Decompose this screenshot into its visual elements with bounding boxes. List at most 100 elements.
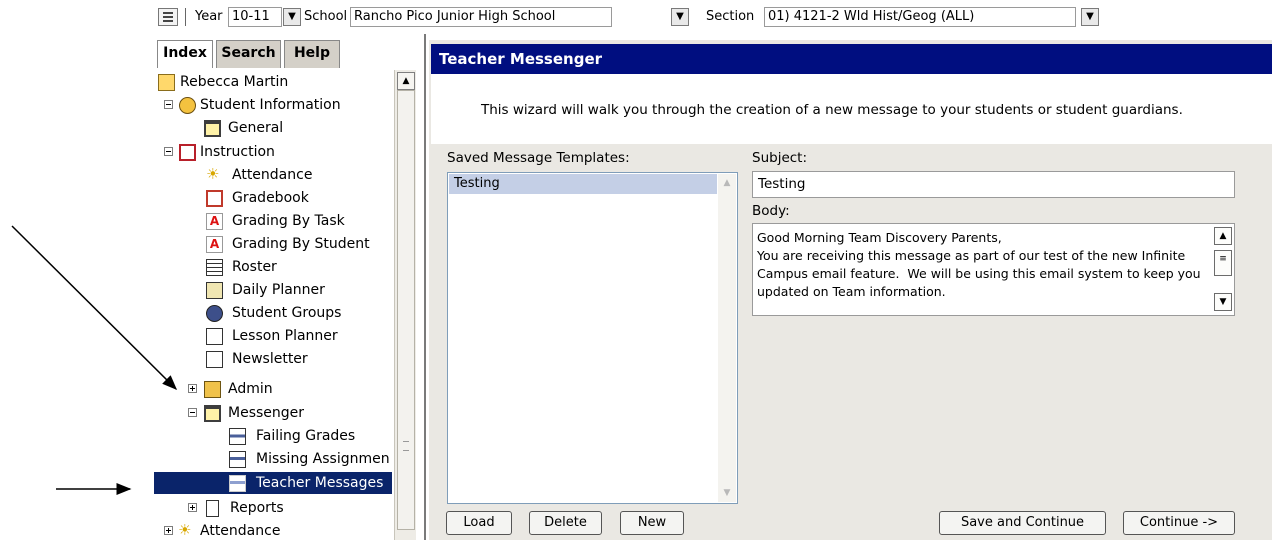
tab-help[interactable]: Help xyxy=(284,40,340,68)
student-icon xyxy=(179,97,196,114)
tree-item-general[interactable]: General xyxy=(154,117,392,139)
message-icon xyxy=(229,428,246,445)
tree-item-admin[interactable]: Admin xyxy=(154,378,392,400)
tree-item-student-information[interactable]: Student Information xyxy=(154,94,392,116)
expand-icon[interactable] xyxy=(164,526,173,535)
scroll-up-icon[interactable]: ▲ xyxy=(718,174,736,192)
tab-index[interactable]: Index xyxy=(157,40,213,68)
subject-input[interactable]: Testing xyxy=(752,171,1235,198)
user-icon xyxy=(158,74,175,91)
new-button[interactable]: New xyxy=(620,511,684,535)
folder-icon xyxy=(204,120,221,137)
intro-box: This wizard will walk you through the cr… xyxy=(431,74,1272,144)
scroll-thumb[interactable]: ≡ xyxy=(1214,250,1232,276)
message-icon xyxy=(229,451,246,468)
collapse-icon[interactable] xyxy=(164,100,173,109)
tree-item-grading-by-task[interactable]: A Grading By Task xyxy=(154,210,392,232)
tree-label: Newsletter xyxy=(232,351,308,367)
load-button[interactable]: Load xyxy=(446,511,512,535)
subject-label: Subject: xyxy=(752,150,808,166)
menu-icon[interactable] xyxy=(158,8,178,26)
tree-label: Failing Grades xyxy=(256,428,356,444)
sun-icon: ☀ xyxy=(178,521,192,539)
tree-label: Roster xyxy=(232,259,277,275)
scroll-down-icon[interactable]: ▼ xyxy=(1214,293,1232,311)
tree-item-instruction[interactable]: Instruction xyxy=(154,141,392,163)
tree-label: Attendance xyxy=(232,167,313,183)
scroll-up-icon[interactable]: ▲ xyxy=(397,72,415,90)
expand-icon[interactable] xyxy=(188,503,197,512)
scroll-down-icon[interactable]: ▼ xyxy=(718,484,736,502)
tree-label: Grading By Task xyxy=(232,213,345,229)
section-label: Section xyxy=(706,9,755,24)
section-select[interactable]: 01) 4121-2 Wld Hist/Geog (ALL) xyxy=(764,7,1076,27)
tree-label: Reports xyxy=(230,500,284,516)
year-label: Year xyxy=(195,9,223,24)
collapse-icon[interactable] xyxy=(164,147,173,156)
nav-scrollbar[interactable]: ▲ xyxy=(394,70,416,540)
delete-button[interactable]: Delete xyxy=(529,511,602,535)
tree-item-teacher-messages[interactable]: Teacher Messages xyxy=(154,472,392,494)
tree-item-lesson-planner[interactable]: Lesson Planner xyxy=(154,325,392,347)
gradebook-icon xyxy=(206,190,223,207)
scroll-up-icon[interactable]: ▲ xyxy=(1214,227,1232,245)
tree-label: Teacher Messages xyxy=(256,475,384,491)
tree-item-reports[interactable]: Reports xyxy=(154,497,392,519)
selector-bar: Year 10-11 ▼ School Rancho Pico Junior H… xyxy=(150,0,1272,34)
tree-item-attendance[interactable]: ☀ Attendance xyxy=(154,164,392,186)
grade-a-icon: A xyxy=(206,236,223,253)
expand-icon[interactable] xyxy=(188,384,197,393)
tree-item-missing-assignments[interactable]: Missing Assignmen xyxy=(154,448,392,470)
tree-item-newsletter[interactable]: Newsletter xyxy=(154,348,392,370)
body-textarea[interactable]: Good Morning Team Discovery Parents, You… xyxy=(752,223,1235,316)
year-dropdown-icon[interactable]: ▼ xyxy=(283,8,301,26)
tree-label: Messenger xyxy=(228,405,305,421)
intro-text: This wizard will walk you through the cr… xyxy=(481,102,1183,118)
tab-search[interactable]: Search xyxy=(216,40,281,68)
tree-label: Grading By Student xyxy=(232,236,370,252)
tree-item-student-groups[interactable]: Student Groups xyxy=(154,302,392,324)
admin-folder-icon xyxy=(204,381,221,398)
tree-item-failing-grades[interactable]: Failing Grades xyxy=(154,425,392,447)
school-dropdown-icon[interactable]: ▼ xyxy=(671,8,689,26)
pane-divider[interactable] xyxy=(424,34,426,540)
tree-item-gradebook[interactable]: Gradebook xyxy=(154,187,392,209)
tree-item-daily-planner[interactable]: Daily Planner xyxy=(154,279,392,301)
message-icon xyxy=(229,475,246,492)
templates-list[interactable]: Testing ▲ ▼ xyxy=(447,172,738,504)
folder-icon xyxy=(204,405,221,422)
body-label: Body: xyxy=(752,203,790,219)
school-select[interactable]: Rancho Pico Junior High School xyxy=(350,7,612,27)
instruction-icon xyxy=(179,144,196,161)
tree-item-messenger[interactable]: Messenger xyxy=(154,402,392,424)
separator xyxy=(185,8,186,26)
tree-label: Admin xyxy=(228,381,273,397)
grade-a-icon: A xyxy=(206,213,223,230)
tree-label: Student Information xyxy=(200,97,341,113)
navigation-tree: Rebecca Martin Student Information Gener… xyxy=(154,68,392,540)
tree-item-roster[interactable]: Roster xyxy=(154,256,392,278)
continue-button[interactable]: Continue -> xyxy=(1123,511,1235,535)
tree-label: Rebecca Martin xyxy=(180,74,289,90)
note-pencil-icon xyxy=(206,328,223,345)
roster-icon xyxy=(206,259,223,276)
page-title: Teacher Messenger xyxy=(431,44,1272,74)
section-dropdown-icon[interactable]: ▼ xyxy=(1081,8,1099,26)
tree-item-grading-by-student[interactable]: A Grading By Student xyxy=(154,233,392,255)
tree-label: Instruction xyxy=(200,144,275,160)
sun-icon: ☀ xyxy=(206,165,220,183)
templates-label: Saved Message Templates: xyxy=(447,150,630,166)
list-scrollbar[interactable]: ▲ ▼ xyxy=(718,174,736,502)
body-text[interactable]: Good Morning Team Discovery Parents, You… xyxy=(757,229,1205,301)
list-item[interactable]: Testing xyxy=(449,174,717,194)
scroll-thumb[interactable] xyxy=(397,90,415,530)
planner-icon xyxy=(206,282,223,299)
save-and-continue-button[interactable]: Save and Continue xyxy=(939,511,1106,535)
tree-item-attendance-root[interactable]: ☀ Attendance xyxy=(154,520,392,540)
groups-icon xyxy=(206,305,223,322)
tree-label: Attendance xyxy=(200,523,281,539)
tree-item-rebecca-martin[interactable]: Rebecca Martin xyxy=(154,71,392,93)
year-select[interactable]: 10-11 xyxy=(228,7,282,27)
collapse-icon[interactable] xyxy=(188,408,197,417)
body-scrollbar[interactable]: ▲ ≡ ▼ xyxy=(1214,227,1232,313)
